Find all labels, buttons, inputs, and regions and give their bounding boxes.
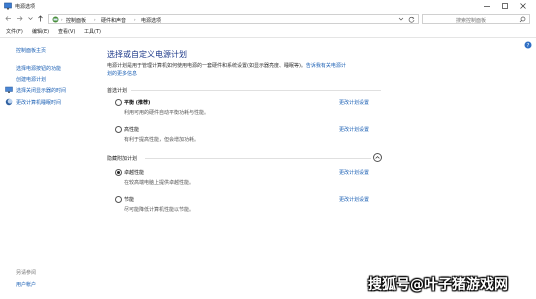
menu-view[interactable]: 查看(V) — [58, 28, 75, 35]
search-box[interactable]: 搜索控制面板 — [422, 14, 530, 24]
breadcrumb-separator-icon: › — [94, 17, 96, 22]
plan-high-performance-description: 有利于提高性能，但会增加功耗。 — [124, 137, 200, 143]
breadcrumb-separator-icon: › — [61, 17, 63, 22]
menu-bar: 文件(F) 编辑(E) 查看(V) 工具(T) — [0, 26, 536, 36]
sidebar-item-create-plan[interactable]: 创建电源计划 — [16, 76, 46, 83]
sidebar-item-display-off[interactable]: 选择关闭显示器的时间 — [16, 87, 66, 94]
menu-file[interactable]: 文件(F) — [6, 28, 23, 35]
watermark-text: 搜狐号@叶子猪游戏网 — [368, 277, 508, 293]
plan-high-performance-change-link[interactable]: 更改计划设置 — [339, 126, 369, 133]
plan-ultimate-performance-name[interactable]: 卓越性能 — [124, 169, 144, 176]
learn-more-link-continued[interactable]: 划的更多信息 — [107, 71, 137, 77]
user-accounts-link[interactable]: 用户帐户 — [16, 281, 36, 288]
address-row: › 控制面板 › 硬件和声音 › 电源选项 搜索控制面板 — [0, 13, 536, 25]
breadcrumb-control-panel[interactable]: 控制面板 — [66, 17, 86, 24]
page-title: 选择或自定义电源计划 — [107, 50, 187, 59]
page-description: 电源计划是用于管理计算机如何使用电源的一套硬件和系统设置(如显示器亮度、睡眠等)… — [107, 62, 387, 78]
plan-ultimate-performance-radio[interactable] — [115, 169, 122, 176]
help-icon[interactable]: ? — [524, 41, 532, 49]
menu-edit[interactable]: 编辑(E) — [32, 28, 49, 35]
plan-power-saver-description: 尽可能降低计算机性能以节能。 — [124, 207, 195, 213]
close-button[interactable] — [516, 1, 530, 11]
breadcrumb-separator-icon: › — [134, 17, 136, 22]
hidden-plans-heading: 隐藏附加计划 — [107, 156, 138, 162]
learn-more-link[interactable]: 告诉我有关电源计 — [306, 63, 346, 69]
breadcrumb-power-options[interactable]: 电源选项 — [141, 17, 161, 24]
plan-ultimate-performance-description: 在较高端电脑上提供卓越性能。 — [124, 180, 195, 186]
section-divider — [131, 90, 381, 91]
plan-power-saver-radio[interactable] — [115, 196, 122, 203]
section-divider — [145, 158, 371, 159]
recent-dropdown-icon[interactable] — [26, 14, 35, 23]
breadcrumb-hardware-sound[interactable]: 硬件和声音 — [101, 17, 126, 24]
preferred-plans-heading: 首选计划 — [107, 88, 128, 94]
power-options-icon — [4, 2, 12, 10]
title-bar: 电源选项 — [0, 0, 536, 12]
menu-tools[interactable]: 工具(T) — [84, 28, 101, 35]
menu-divider — [0, 37, 536, 38]
refresh-icon[interactable] — [408, 16, 415, 23]
address-dropdown-icon[interactable] — [398, 16, 404, 22]
plan-high-performance-radio[interactable] — [115, 126, 122, 133]
see-also-heading: 另请参阅 — [16, 270, 37, 276]
sleep-icon — [5, 98, 13, 106]
up-arrow-icon[interactable] — [36, 14, 45, 23]
sidebar-item-sleep-time[interactable]: 更改计算机睡眠时间 — [16, 99, 61, 106]
plan-balanced-description: 利用可用的硬件自动平衡功耗与性能。 — [124, 110, 210, 116]
svg-text:?: ? — [527, 43, 530, 49]
description-text: 电源计划是用于管理计算机如何使用电源的一套硬件和系统设置(如显示器亮度、睡眠等)… — [107, 63, 306, 69]
plan-high-performance-name[interactable]: 高性能 — [124, 126, 139, 133]
plan-balanced-change-link[interactable]: 更改计划设置 — [339, 99, 369, 106]
address-bar[interactable]: › 控制面板 › 硬件和声音 › 电源选项 — [48, 14, 419, 24]
monitor-icon — [5, 86, 13, 94]
sidebar-item-control-panel-home[interactable]: 控制面板主页 — [16, 47, 46, 54]
plan-power-saver-change-link[interactable]: 更改计划设置 — [339, 196, 369, 203]
sidebar-item-power-button[interactable]: 选择电源按钮的功能 — [16, 65, 61, 72]
minimize-button[interactable] — [480, 1, 494, 11]
plan-balanced-radio[interactable] — [115, 99, 122, 106]
collapse-section-button[interactable] — [373, 153, 382, 162]
control-panel-window: 电源选项 › 控制面板 › 硬件和声音 › 电源选项 搜索控制面板 文件(F) … — [0, 0, 536, 299]
search-icon[interactable] — [519, 16, 526, 23]
control-panel-icon — [52, 16, 59, 23]
plan-balanced-name[interactable]: 平衡 (推荐) — [124, 99, 150, 106]
search-placeholder: 搜索控制面板 — [456, 18, 487, 24]
back-arrow-icon[interactable] — [4, 14, 13, 23]
plan-power-saver-name[interactable]: 节能 — [124, 196, 134, 203]
plan-ultimate-performance-change-link[interactable]: 更改计划设置 — [339, 169, 369, 176]
maximize-button[interactable] — [498, 1, 512, 11]
forward-arrow-icon[interactable] — [15, 14, 24, 23]
window-title: 电源选项 — [15, 4, 36, 10]
